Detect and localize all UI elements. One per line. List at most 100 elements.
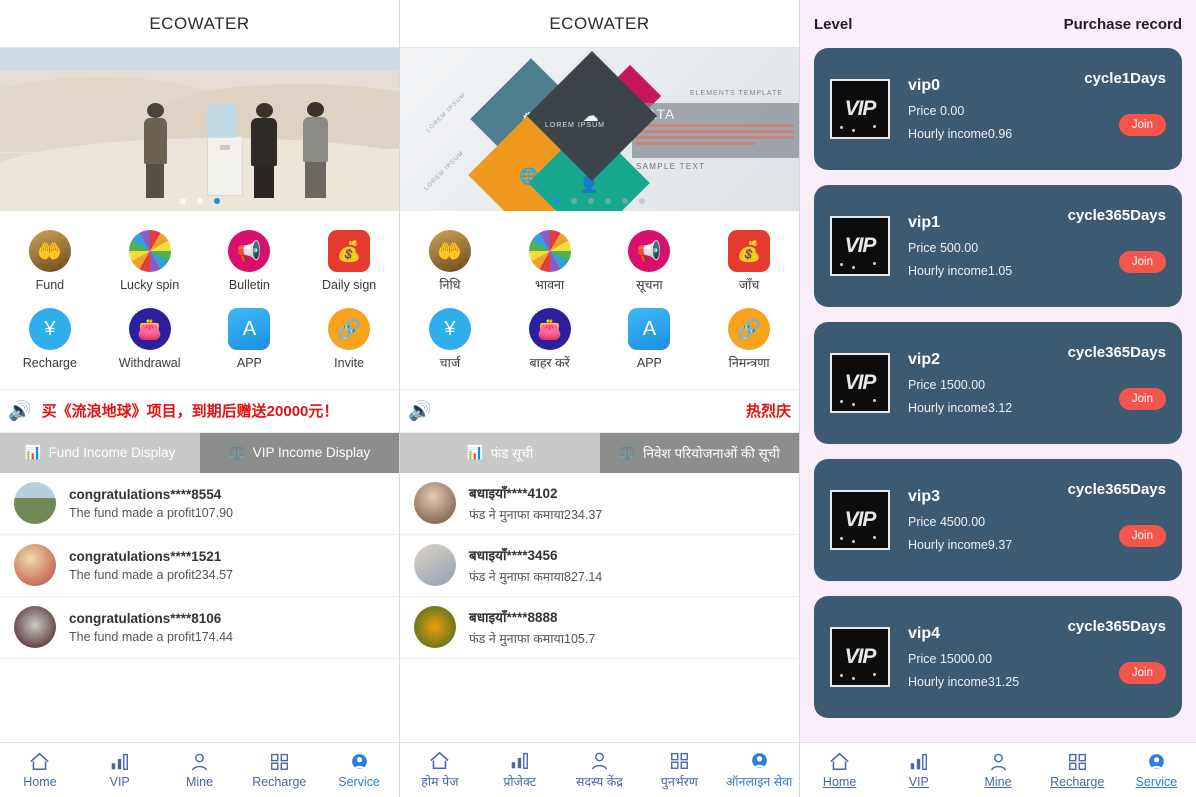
record-name: congratulations****1521 (69, 548, 222, 564)
nav-item-home[interactable]: होम पेज (400, 750, 480, 790)
nav-item-vip[interactable]: VIP (879, 752, 958, 789)
nav-item-member-center[interactable]: सदस्य केंद्र (560, 750, 640, 790)
list-item[interactable]: congratulations****1521 The fund made a … (0, 535, 399, 597)
avatar (414, 482, 456, 525)
vip-card[interactable]: VIP vip2 Price 1500.00 Hourly income3.12… (814, 322, 1182, 444)
list-item[interactable]: बधाइयाँ****3456 फंड ने मुनाफा कमाया827.1… (400, 535, 799, 597)
tab-vip-income-display[interactable]: ⚖️ VIP Income Display (199, 432, 399, 473)
scales-icon: ⚖️ (618, 444, 637, 461)
carousel-dots[interactable] (400, 198, 799, 204)
grid-item-withdrawal[interactable]: 👛 बाहर करें (500, 302, 600, 380)
vip-badge-icon: VIP (830, 353, 890, 413)
carousel-dot[interactable] (588, 198, 594, 204)
carousel-dots[interactable] (0, 198, 399, 204)
carousel-dot-active[interactable] (213, 198, 220, 204)
banner-carousel-english[interactable] (0, 48, 399, 211)
carousel-dot[interactable] (571, 198, 577, 204)
megaphone-icon: 🔊 (408, 400, 432, 422)
grid-item-recharge[interactable]: ¥ Recharge (0, 302, 100, 380)
nav-label: होम पेज (421, 775, 459, 789)
icon-grid-hindi: 🤲 निधि भावना 📢 सूचना 💰 जाँच ¥ चार्ज 👛 बा… (400, 211, 799, 389)
grid-label: भावना (535, 278, 565, 292)
grid-item-bulletin[interactable]: 📢 Bulletin (200, 224, 300, 302)
grid-item-lucky-spin[interactable]: भावना (500, 224, 600, 302)
grid-item-invite[interactable]: 🔗 Invite (299, 302, 399, 380)
nav-item-home[interactable]: Home (0, 752, 80, 789)
vip-hourly-income: Hourly income0.96 (908, 127, 1013, 141)
nav-item-recharge[interactable]: Recharge (1038, 752, 1117, 789)
record-detail: The fund made a profit107.90 (69, 505, 234, 520)
vip-hourly-income: Hourly income31.25 (908, 675, 1020, 689)
nav-item-recharge[interactable]: Recharge (239, 752, 319, 789)
grid-item-lucky-spin[interactable]: Lucky spin (100, 224, 200, 302)
list-item[interactable]: बधाइयाँ****4102 फंड ने मुनाफा कमाया234.3… (400, 473, 799, 535)
nav-item-service[interactable]: Service (319, 752, 399, 789)
three-phone-screens: ECOWATER 🤲 Fund Lucky spin 📢 Bulletin 💰 … (0, 0, 1196, 797)
bars-icon (509, 750, 530, 770)
join-button[interactable]: Join (1118, 388, 1166, 410)
tab-label: निवेश परियोजनाओं की सूची (643, 445, 780, 461)
tab-fund-list[interactable]: 📊 फंड सूची (400, 432, 600, 473)
announcement-bar-hindi[interactable]: 🔊 热烈庆 (400, 388, 799, 433)
nav-item-online-service[interactable]: ऑनलाइन सेवा (719, 750, 799, 790)
tab-investment-project-list[interactable]: ⚖️ निवेश परियोजनाओं की सूची (599, 432, 799, 473)
vip-level-name: vip2 (908, 351, 941, 368)
grid-item-withdrawal[interactable]: 👛 Withdrawal (100, 302, 200, 380)
recharge-yen-icon: ¥ (428, 308, 471, 351)
vip-hourly-income: Hourly income1.05 (908, 264, 1013, 278)
vip-card[interactable]: VIP vip4 Price 15000.00 Hourly income31.… (814, 596, 1182, 718)
list-item[interactable]: congratulations****8106 The fund made a … (0, 597, 399, 659)
join-button[interactable]: Join (1118, 251, 1166, 273)
grid-label: सूचना (636, 278, 663, 292)
vip-card[interactable]: VIP vip0 Price 0.00 Hourly income0.96 cy… (814, 48, 1182, 170)
grid-item-app[interactable]: A APP (200, 302, 300, 380)
grid-item-daily-sign[interactable]: 💰 Daily sign (299, 224, 399, 302)
nav-item-recharge[interactable]: पुनर्भरण (639, 750, 719, 790)
nav-label: प्रोजेक्ट (503, 775, 537, 789)
bars-icon (908, 752, 929, 772)
list-item[interactable]: congratulations****8554 The fund made a … (0, 473, 399, 535)
grid-item-bulletin[interactable]: 📢 सूचना (600, 224, 700, 302)
banner-carousel-hindi[interactable]: ⚙ 🌐 ☁ 👤 ✉ LOREM IPSUM ELEMENTS TEMPLATE … (400, 48, 799, 211)
carousel-dot[interactable] (639, 198, 645, 204)
join-button[interactable]: Join (1118, 114, 1166, 136)
carousel-dot[interactable] (622, 198, 628, 204)
nav-item-project[interactable]: प्रोजेक्ट (480, 750, 560, 790)
nav-item-vip[interactable]: VIP (80, 752, 160, 789)
tab-fund-income-display[interactable]: 📊 Fund Income Display (0, 432, 200, 473)
carousel-dot[interactable] (196, 198, 203, 204)
carousel-dot[interactable] (605, 198, 611, 204)
nav-item-home[interactable]: Home (800, 752, 879, 789)
vip-card[interactable]: VIP vip1 Price 500.00 Hourly income1.05 … (814, 185, 1182, 307)
avatar (14, 606, 56, 649)
grid-label: Daily sign (322, 278, 377, 292)
vip-price: Price 500.00 (908, 241, 979, 255)
nav-item-service[interactable]: Service (1117, 752, 1196, 789)
grid-item-fund[interactable]: 🤲 निधि (400, 224, 500, 302)
grid-item-daily-sign[interactable]: 💰 जाँच (699, 224, 799, 302)
join-button[interactable]: Join (1118, 662, 1166, 684)
bars-icon (109, 752, 130, 772)
fund-icon: 🤲 (28, 230, 71, 272)
purchase-record-link[interactable]: Purchase record (1064, 16, 1182, 33)
grid-icon (669, 750, 690, 770)
nav-item-mine[interactable]: Mine (160, 752, 240, 789)
grid-item-fund[interactable]: 🤲 Fund (0, 224, 100, 302)
announcement-bar-english[interactable]: 🔊 买《流浪地球》项目，到期后赠送20000元！ (0, 388, 399, 433)
vip-card[interactable]: VIP vip3 Price 4500.00 Hourly income9.37… (814, 459, 1182, 581)
app-store-icon: A (628, 308, 671, 351)
carousel-dot[interactable] (179, 198, 186, 204)
fund-icon: 🤲 (428, 230, 471, 272)
list-item[interactable]: बधाइयाँ****8888 फंड ने मुनाफा कमाया105.7 (400, 597, 799, 659)
nav-label: VIP (908, 774, 929, 789)
grid-item-recharge[interactable]: ¥ चार्ज (400, 302, 500, 380)
grid-item-app[interactable]: A APP (600, 302, 700, 380)
carousel-dot-active[interactable] (554, 198, 560, 204)
join-button[interactable]: Join (1118, 525, 1166, 547)
vip-hourly-income: Hourly income3.12 (908, 401, 1013, 415)
app-store-icon: A (228, 308, 271, 351)
page-title: ECOWATER (549, 13, 650, 33)
grid-item-invite[interactable]: 🔗 निमन्त्रणा (699, 302, 799, 380)
vip-cycle: cycle1Days (1084, 70, 1166, 87)
nav-item-mine[interactable]: Mine (958, 752, 1037, 789)
